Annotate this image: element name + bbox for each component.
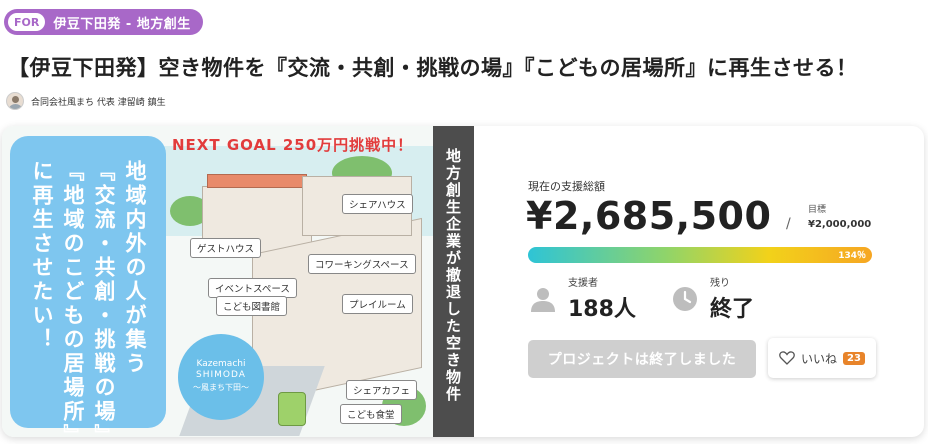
headline-line-3: 『地域のこどもの居場所』 (61, 160, 85, 437)
headline-line-4: に再生させたい！ (30, 160, 54, 352)
project-title: 【伊豆下田発】空き物件を『交流・共創・挑戦の場』『こどもの居場所』に再生させる！ (8, 56, 858, 80)
funding-panel: 現在の支援総額 ¥2,685,500 / 目標 ¥2,000,000 134％ … (474, 126, 924, 437)
label-coworking: コワーキングスペース (308, 254, 416, 274)
supporters-value: 188人 (568, 297, 636, 322)
for-badge: FOR (8, 13, 46, 31)
category-tag[interactable]: FOR 伊豆下田発 - 地方創生 (4, 9, 203, 35)
progress-percent: 134％ (838, 251, 866, 261)
label-event-space: イベントスペース (208, 278, 297, 298)
like-button[interactable]: いいね 23 (768, 338, 876, 378)
project-main-image: NEXT GOAL 250万円挑戦中！ シェアハウス ゲストハウス コワーキング… (2, 126, 474, 437)
label-share-cafe: シェアカフェ (346, 380, 418, 400)
amount-separator: / (786, 216, 791, 232)
headline-bubble: 地域内外の人が集う 『交流・共創・挑戦の場』 『地域のこどもの居場所』 に再生さ… (10, 136, 166, 437)
label-kids-cafeteria: こども食堂 (340, 404, 402, 424)
like-count-badge: 23 (843, 351, 865, 365)
goal-amount: ¥2,000,000 (808, 219, 872, 230)
label-guest-house: ゲストハウス (190, 238, 262, 258)
roof-illustration (207, 174, 307, 188)
supporters-label: 支援者 (568, 278, 598, 289)
vacant-property-text: 地方創生企業が撤退した空き物件 (444, 148, 462, 403)
category-tag-label: 伊豆下田発 - 地方創生 (53, 16, 191, 32)
remaining-value: 終了 (710, 297, 755, 322)
author-link[interactable]: 合同会社風まち 代表 津留崎 鎮生 (6, 92, 166, 110)
label-play-room: プレイルーム (342, 294, 413, 314)
project-card: NEXT GOAL 250万円挑戦中！ シェアハウス ゲストハウス コワーキング… (2, 126, 924, 437)
progress-fill (528, 247, 872, 263)
label-share-house: シェアハウス (342, 194, 413, 214)
label-kids-library: こども図書館 (216, 296, 288, 316)
like-label: いいね (801, 351, 838, 366)
project-ended-button[interactable]: プロジェクトは終了しました (528, 340, 756, 378)
car-illustration (278, 392, 306, 426)
heart-icon (779, 351, 795, 365)
headline-line-2: 『交流・共創・挑戦の場』 (92, 160, 116, 437)
next-goal-banner: NEXT GOAL 250万円挑戦中！ (172, 136, 414, 154)
goal-label: 目標 (808, 205, 827, 215)
avatar (6, 92, 24, 110)
remaining-stat: 残り 終了 (672, 274, 754, 323)
progress-bar: 134％ (528, 247, 872, 263)
supporters-stat: 支援者 188人 (530, 274, 636, 323)
remaining-label: 残り (710, 278, 730, 289)
author-name: 合同会社風まち 代表 津留崎 鎮生 (31, 97, 166, 108)
clock-icon (673, 287, 697, 311)
vacant-property-band: 地方創生企業が撤退した空き物件 (433, 126, 474, 437)
person-icon (531, 288, 555, 312)
total-amount: ¥2,685,500 (526, 194, 772, 238)
total-label: 現在の支援総額 (528, 180, 605, 193)
headline-line-1: 地域内外の人が集う (123, 160, 147, 376)
kazemachi-logo: Kazemachi SHIMODA 〜風まち下田〜 (178, 334, 264, 420)
